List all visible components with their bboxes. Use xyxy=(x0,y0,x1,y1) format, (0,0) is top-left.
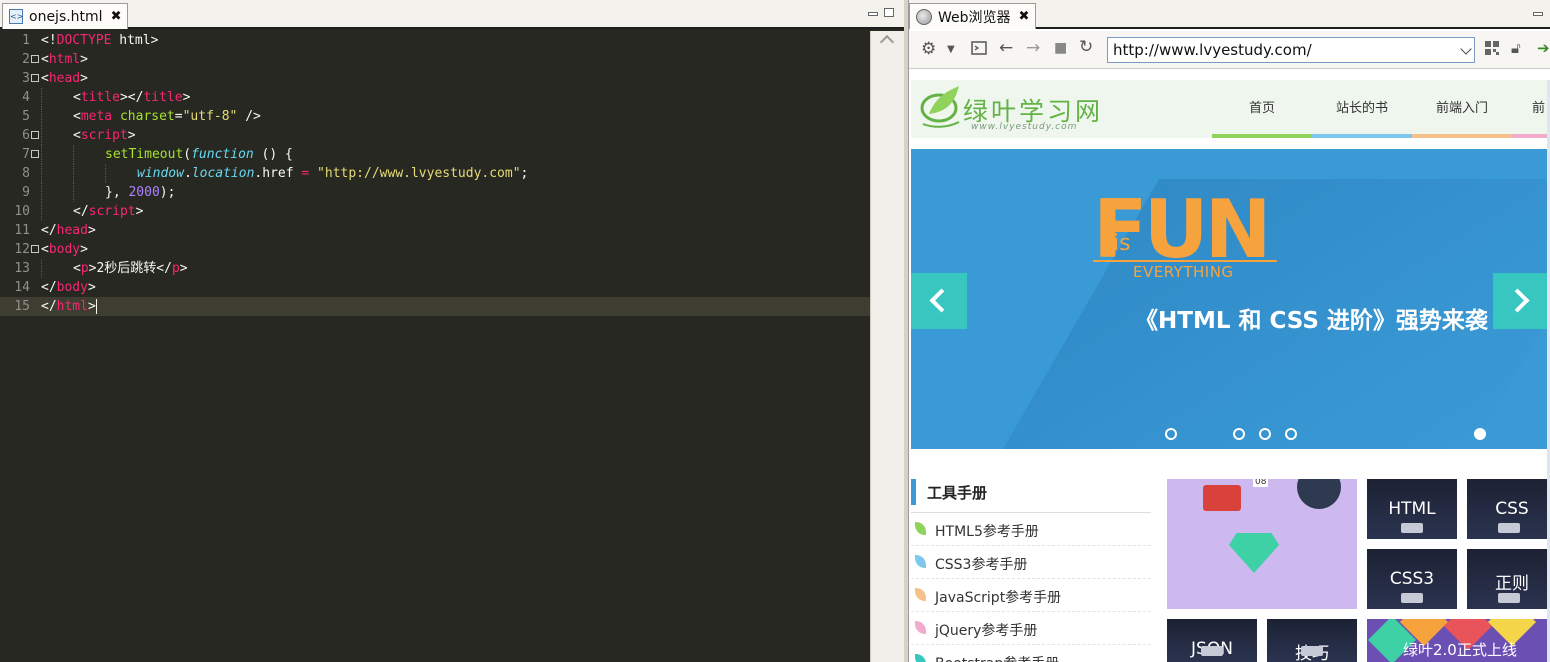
browser-toolbar: ⚙ ▼ ← → ■ ↻ http://www.lvyestudy.com/ 🔓︎… xyxy=(909,31,1550,68)
gift-icon xyxy=(1203,485,1241,511)
refresh-icon[interactable]: ↻ xyxy=(1079,37,1093,57)
site-header: 绿叶学习网 www.lvyestudy.com 首页 站长的书 前端入门 前 xyxy=(911,80,1550,138)
carousel-prev-button[interactable] xyxy=(911,273,967,329)
dropdown-icon[interactable]: ▼ xyxy=(947,44,955,55)
url-text: http://www.lvyestudy.com/ xyxy=(1113,41,1312,59)
code-line: 12 <body> xyxy=(14,242,88,257)
tool-link-javascript[interactable]: JavaScript参考手册 xyxy=(911,579,1151,612)
leaf-logo-icon xyxy=(920,86,960,128)
browser-pane-controls xyxy=(1533,8,1543,16)
fold-toggle-icon[interactable] xyxy=(31,131,39,139)
carousel-dot[interactable] xyxy=(1259,428,1271,440)
carousel-dot[interactable] xyxy=(1285,428,1297,440)
code-line: 2 <html> xyxy=(22,52,88,67)
fold-toggle-icon[interactable] xyxy=(31,245,39,253)
go-icon[interactable]: ➔ xyxy=(1537,39,1550,57)
unlock-icon[interactable]: 🔓︎ xyxy=(1511,39,1521,57)
course-card-json[interactable]: JSON xyxy=(1167,619,1257,662)
editor-pane-controls xyxy=(868,8,894,17)
course-card-tips[interactable]: 技巧 xyxy=(1267,619,1357,662)
tools-section-title: 工具手册 xyxy=(927,484,988,502)
carousel-dot[interactable] xyxy=(1165,428,1177,440)
nav-item-frontend[interactable]: 前端入门 xyxy=(1412,80,1512,138)
course-card-regex[interactable]: 正则 xyxy=(1467,549,1550,609)
nav-item-books[interactable]: 站长的书 xyxy=(1312,80,1412,138)
code-line: 10 </script> xyxy=(14,202,144,221)
web-page-viewport[interactable]: 绿叶学习网 www.lvyestudy.com 首页 站长的书 前端入门 前 F… xyxy=(911,80,1550,662)
leaf-icon xyxy=(915,654,926,662)
browser-tab-label: Web浏览器 xyxy=(938,9,1011,26)
app-window: <> onejs.html ✖ 1 <!DOCTYPE html> 2 <html>… xyxy=(0,0,1550,662)
scroll-up-icon[interactable] xyxy=(879,34,895,50)
browser-tab[interactable]: Web浏览器 ✖ xyxy=(909,3,1037,29)
diamond-icon xyxy=(1229,533,1279,573)
editor-tab-bar: <> onejs.html ✖ xyxy=(0,0,904,29)
chevron-right-icon xyxy=(1505,288,1530,313)
browser-tab-bar: Web浏览器 ✖ xyxy=(909,0,1550,29)
banner-tagline: EVERYTHING xyxy=(1133,263,1234,281)
clock-icon xyxy=(1297,479,1341,509)
course-card-html[interactable]: HTML xyxy=(1367,479,1457,539)
leaf-icon xyxy=(915,522,926,535)
code-line: 4 <title></title> xyxy=(22,88,191,107)
text-caret xyxy=(95,299,97,314)
minimize-pane-button[interactable] xyxy=(1533,12,1543,16)
editor-tab-onejs[interactable]: <> onejs.html ✖ xyxy=(2,3,129,29)
code-line: 6 <script> xyxy=(22,126,136,145)
html-file-icon: <> xyxy=(9,9,23,24)
carousel-dot[interactable] xyxy=(1233,428,1245,440)
code-line: 14 </body> xyxy=(14,280,96,295)
qr-icon[interactable] xyxy=(1485,41,1499,59)
fold-toggle-icon[interactable] xyxy=(31,55,39,63)
code-line: 1 <!DOCTYPE html> xyxy=(22,33,159,48)
code-line: 7 setTimeout(function () { xyxy=(22,145,293,164)
toolbar-divider xyxy=(909,68,1550,69)
url-input[interactable]: http://www.lvyestudy.com/ xyxy=(1107,37,1475,63)
code-line: 9}, 2000); xyxy=(22,183,176,202)
close-icon[interactable]: ✖ xyxy=(1019,9,1030,24)
nav-item-home[interactable]: 首页 xyxy=(1212,80,1312,138)
course-card-css[interactable]: CSS xyxy=(1467,479,1550,539)
stop-icon[interactable]: ■ xyxy=(1054,40,1067,56)
code-line: 3 <head> xyxy=(22,71,88,86)
gear-icon[interactable]: ⚙ xyxy=(921,39,936,59)
code-editor-pane: <> onejs.html ✖ 1 <!DOCTYPE html> 2 <html>… xyxy=(0,0,904,662)
leaf-icon xyxy=(915,588,926,601)
code-line: 11 </head> xyxy=(14,223,96,238)
tool-link-jquery[interactable]: jQuery参考手册 xyxy=(911,612,1151,645)
back-icon[interactable]: ← xyxy=(999,38,1013,58)
featured-illustration[interactable]: 08 xyxy=(1167,479,1357,609)
carousel-next-button[interactable] xyxy=(1493,273,1549,329)
leaf-icon xyxy=(915,621,926,634)
editor-vertical-scrollbar[interactable] xyxy=(870,31,904,662)
tool-link-bootstrap[interactable]: Bootstrap参考手册 xyxy=(911,645,1151,662)
code-line: 8 window.location.href = "http://www.lvye… xyxy=(22,164,529,183)
web-browser-pane: Web浏览器 ✖ ⚙ ▼ ← → ■ ↻ http://www.lvyestud… xyxy=(908,0,1550,662)
leaf-icon xyxy=(915,555,926,568)
banner-title: 《HTML 和 CSS 进阶》强势来袭 xyxy=(1135,308,1488,334)
course-card-css3[interactable]: CSS3 xyxy=(1367,549,1457,609)
hero-banner[interactable]: FUN is EVERYTHING 《HTML 和 CSS 进阶》强势来袭 xyxy=(911,149,1550,449)
loading-indicator-icon xyxy=(1474,428,1486,440)
tool-link-css3[interactable]: CSS3参考手册 xyxy=(911,546,1151,579)
promo-card-launch[interactable]: 绿叶2.0正式上线 xyxy=(1367,619,1550,662)
maximize-pane-button[interactable] xyxy=(884,8,894,17)
code-line-current: 15 </html> xyxy=(0,297,870,316)
site-logo-subtitle: www.lvyestudy.com xyxy=(971,122,1078,132)
editor-tab-label: onejs.html xyxy=(29,8,103,25)
code-line: 5 <meta charset="utf-8" /> xyxy=(22,107,261,126)
globe-icon xyxy=(916,8,932,25)
close-icon[interactable]: ✖ xyxy=(111,9,122,24)
code-area[interactable]: 1 <!DOCTYPE html> 2 <html> 3 <head> 4 <title… xyxy=(0,31,870,316)
console-icon[interactable] xyxy=(971,41,987,59)
url-dropdown-icon[interactable] xyxy=(1460,43,1472,55)
tool-link-html5[interactable]: HTML5参考手册 xyxy=(911,513,1151,546)
nav-item-more[interactable]: 前 xyxy=(1512,80,1550,138)
fold-toggle-icon[interactable] xyxy=(31,150,39,158)
forward-icon[interactable]: → xyxy=(1026,38,1040,58)
chevron-left-icon xyxy=(929,288,954,313)
minimize-pane-button[interactable] xyxy=(868,12,878,16)
fold-toggle-icon[interactable] xyxy=(31,74,39,82)
code-line: 13 <p>2秒后跳转</p> xyxy=(14,259,188,278)
